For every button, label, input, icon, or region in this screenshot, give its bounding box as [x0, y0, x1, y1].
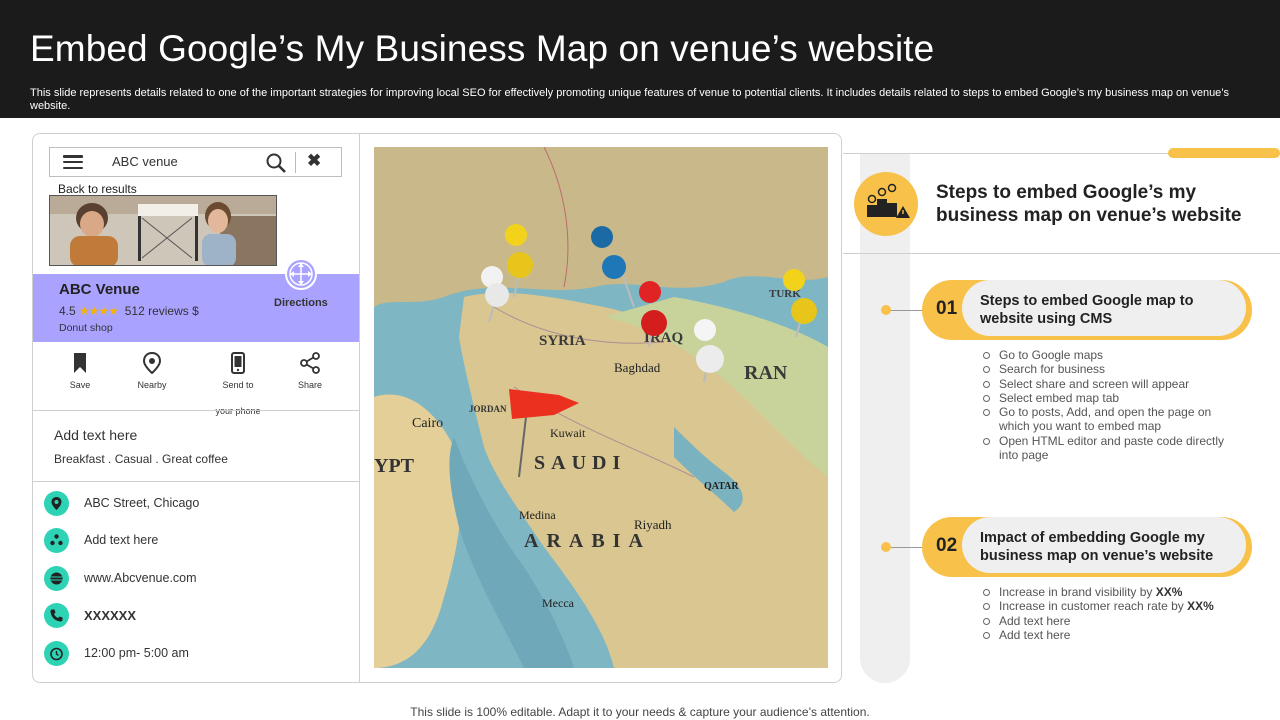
- step-1-header: 01 Steps to embed Google map to website …: [922, 280, 1252, 340]
- step-2-list: Increase in brand visibility by XX% Incr…: [983, 585, 1238, 642]
- search-separator: [295, 152, 296, 173]
- slide-header: Embed Google’s My Business Map on venue’…: [0, 0, 1280, 118]
- venue-description: Add text here: [54, 427, 138, 443]
- step-1-title: Steps to embed Google map to website usi…: [980, 293, 1194, 327]
- venue-info-panel: ABC Venue 4.5 ★★★★ 512 reviews $ Donut s…: [33, 258, 359, 342]
- map-label-medina: Medina: [519, 508, 556, 522]
- step-1-dot: [881, 305, 891, 315]
- search-input[interactable]: ABC venue: [112, 154, 178, 169]
- venue-category: Donut shop: [59, 322, 113, 334]
- list-item: Add text here: [983, 628, 1238, 642]
- list-item: Increase in brand visibility by XX%: [983, 585, 1238, 599]
- step-2-number: 02: [936, 535, 958, 556]
- step-1-connector: [891, 310, 923, 311]
- step-1-list: Go to Google maps Search for business Se…: [983, 348, 1238, 462]
- step-2-dot: [881, 542, 891, 552]
- map-label-kuwait: Kuwait: [550, 426, 586, 440]
- list-item: Go to Google maps: [983, 348, 1238, 362]
- hours-text: 12:00 pm- 5:00 am: [84, 646, 189, 660]
- list-item: Add text here: [983, 614, 1238, 628]
- list-item: Select share and screen will appear: [983, 377, 1238, 391]
- list-item: Increase in customer reach rate by XX%: [983, 599, 1238, 613]
- map-image[interactable]: SYRIA IRAQ RAN TURK Baghdad SAUDI ARABIA…: [374, 147, 828, 668]
- slide-subtitle: This slide represents details related to…: [30, 87, 1230, 112]
- menu-icon[interactable]: [63, 155, 83, 170]
- section-divider: [33, 410, 359, 411]
- steps-accent-bar: [1168, 148, 1280, 158]
- list-item: Go to posts, Add, and open the page on w…: [983, 405, 1238, 434]
- list-item: Select embed map tab: [983, 391, 1238, 405]
- map-label-baghdad: Baghdad: [614, 360, 661, 375]
- map-label-iran: RAN: [744, 362, 788, 384]
- send-to-phone-button[interactable]: Send to your phone: [203, 352, 273, 416]
- globe-icon: [44, 566, 69, 591]
- map-label-jordan: JORDAN: [469, 404, 507, 414]
- save-label: Save: [69, 380, 91, 390]
- map-label-mecca: Mecca: [542, 596, 575, 610]
- location-pin-icon: [44, 491, 69, 516]
- nearby-button[interactable]: Nearby: [117, 352, 187, 390]
- directions-button[interactable]: Directions: [274, 297, 328, 309]
- close-icon[interactable]: ✖: [307, 151, 321, 171]
- map-label-egypt: YPT: [374, 455, 415, 477]
- directions-icon[interactable]: [285, 258, 317, 290]
- dots-icon: [44, 528, 69, 553]
- map-label-syria: SYRIA: [539, 333, 586, 349]
- steps-heading: Steps to embed Google’s my business map …: [936, 182, 1242, 226]
- step-1-number: 01: [936, 298, 958, 319]
- share-button[interactable]: Share: [275, 352, 345, 390]
- card-divider: [359, 134, 360, 682]
- website-link: www.Abcvenue.com: [84, 571, 197, 585]
- step-2-title: Impact of embedding Google my business m…: [980, 530, 1214, 564]
- step-2-connector: [891, 547, 923, 548]
- share-icon: [300, 352, 320, 374]
- venue-rating: 4.5 ★★★★ 512 reviews $: [59, 304, 199, 318]
- phone-icon: [231, 352, 245, 374]
- slide-footer: This slide is 100% editable. Adapt it to…: [410, 705, 870, 719]
- slide-title: Embed Google’s My Business Map on venue’…: [30, 28, 935, 69]
- search-bar[interactable]: ABC venue ✖: [49, 147, 342, 177]
- location-pin-icon: [142, 352, 162, 374]
- search-icon[interactable]: [265, 152, 287, 174]
- back-to-results-link[interactable]: Back to results: [58, 182, 137, 196]
- address-text: ABC Street, Chicago: [84, 496, 200, 510]
- nearby-label: Nearby: [137, 380, 167, 390]
- list-item: Search for business: [983, 362, 1238, 376]
- clock-icon: [44, 641, 69, 666]
- rating-stars: ★★★★: [79, 304, 119, 318]
- map-label-cairo: Cairo: [412, 416, 443, 431]
- steps-icon: [854, 172, 918, 236]
- share-label: Share: [297, 380, 323, 390]
- venue-name: ABC Venue: [59, 281, 140, 298]
- section-divider: [33, 481, 359, 482]
- bookmark-icon: [74, 353, 86, 373]
- venue-photo: [49, 195, 277, 266]
- save-button[interactable]: Save: [45, 352, 115, 390]
- steps-divider: [843, 253, 1280, 254]
- map-label-qatar: QATAR: [704, 481, 739, 492]
- step-2-header: 02 Impact of embedding Google my busines…: [922, 517, 1252, 577]
- rating-value: 4.5: [59, 304, 76, 318]
- map-label-arabia: ARABIA: [524, 530, 651, 552]
- map-label-saudi: SAUDI: [534, 452, 626, 474]
- phone-icon: [44, 603, 69, 628]
- list-item: Open HTML editor and paste code directly…: [983, 434, 1238, 463]
- phone-number: XXXXXX: [84, 608, 137, 623]
- venue-tags: Breakfast . Casual . Great coffee: [54, 452, 228, 466]
- map-label-riyadh: Riyadh: [634, 517, 672, 532]
- extra-text: Add text here: [84, 533, 159, 547]
- review-count[interactable]: 512 reviews $: [125, 304, 199, 318]
